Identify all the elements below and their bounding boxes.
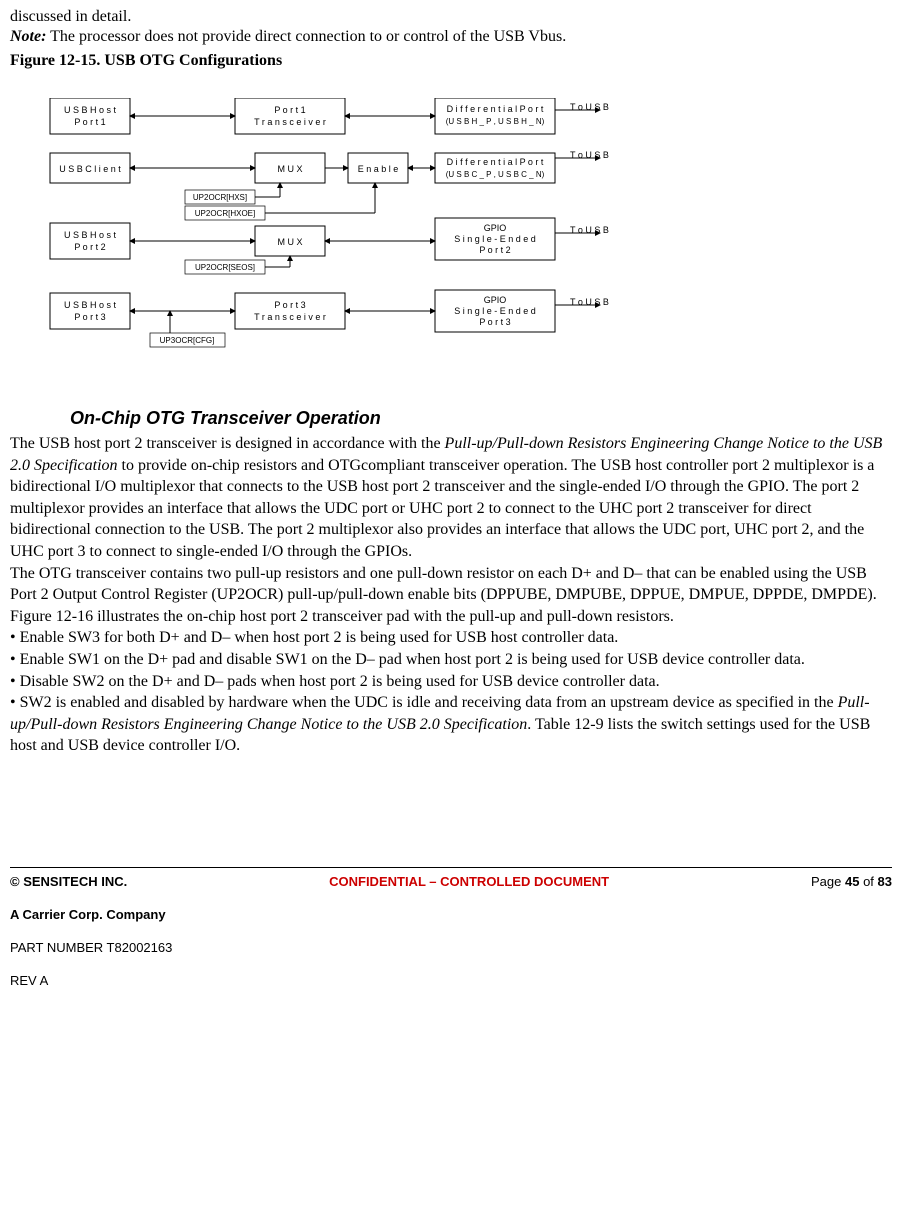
- bullet4-a: • SW2 is enabled and disabled by hardwar…: [10, 694, 838, 711]
- box-enable: E n a b l e: [358, 164, 399, 174]
- note-label: Note:: [10, 28, 46, 45]
- note-text: The processor does not provide direct co…: [46, 28, 566, 45]
- footer-page-c: of: [859, 874, 877, 889]
- bullet-3: • Disable SW2 on the D+ and D– pads when…: [10, 671, 892, 693]
- footer-rule: [10, 867, 892, 868]
- figure-title: Figure 12-15. USB OTG Configurations: [10, 52, 892, 70]
- box-gpio3-l3: P o r t 3: [479, 317, 510, 327]
- bullet-1: • Enable SW3 for both D+ and D– when hos…: [10, 627, 892, 649]
- box-port3-trans-l2: T r a n s c e i v e r: [254, 312, 326, 322]
- box-gpio2-l3: P o r t 2: [479, 245, 510, 255]
- box-diffport2-l1: D i f f e r e n t i a l P o r t: [447, 157, 544, 167]
- para1-c: to provide on-chip resistors and OTGcomp…: [10, 457, 874, 560]
- usb-otg-diagram: U S B H o s t P o r t 1 P o r t 1 T r a …: [40, 98, 892, 378]
- para1-a: The USB host port 2 transceiver is desig…: [10, 435, 445, 452]
- sig-hxs: UP2OCR[HXS]: [193, 193, 247, 202]
- intro-note: Note: The processor does not provide dir…: [10, 28, 892, 46]
- box-gpio2-l1: GPIO: [484, 223, 507, 233]
- box-gpio3-l2: S i n g l e - E n d e d: [454, 306, 536, 316]
- bullet-2: • Enable SW1 on the D+ pad and disable S…: [10, 649, 892, 671]
- paragraph-2: The OTG transceiver contains two pull-up…: [10, 563, 892, 628]
- box-port1-trans-l1: P o r t 1: [274, 105, 305, 115]
- footer-partnumber: PART NUMBER T82002163: [10, 940, 892, 955]
- box-mux-1: M U X: [277, 164, 302, 174]
- footer-page-a: Page: [811, 874, 845, 889]
- bullet-4: • SW2 is enabled and disabled by hardwar…: [10, 692, 892, 757]
- footer-page-d: 83: [878, 874, 892, 889]
- box-usbhost1-l2: P o r t 1: [74, 117, 105, 127]
- sig-seos: UP2OCR[SEOS]: [195, 263, 255, 272]
- footer-page: Page 45 of 83: [811, 874, 892, 889]
- box-usbhost1-l1: U S B H o s t: [64, 105, 117, 115]
- diagram-svg: U S B H o s t P o r t 1 P o r t 1 T r a …: [40, 98, 660, 378]
- paragraph-1: The USB host port 2 transceiver is desig…: [10, 433, 892, 563]
- footer-top-row: © SENSITECH INC. CONFIDENTIAL – CONTROLL…: [10, 874, 892, 889]
- box-gpio3-l1: GPIO: [484, 295, 507, 305]
- box-mux-2: M U X: [277, 237, 302, 247]
- box-diffport1-l1: D i f f e r e n t i a l P o r t: [447, 104, 544, 114]
- sig-hxoe: UP2OCR[HXOE]: [195, 209, 255, 218]
- box-port1-trans-l2: T r a n s c e i v e r: [254, 117, 326, 127]
- box-port3-trans-l1: P o r t 3: [274, 300, 305, 310]
- box-usbhost2-l1: U S B H o s t: [64, 230, 117, 240]
- box-usbclient: U S B C l i e n t: [59, 164, 121, 174]
- section-heading: On-Chip OTG Transceiver Operation: [70, 408, 892, 429]
- footer-carrier: A Carrier Corp. Company: [10, 907, 892, 922]
- intro-discussed: discussed in detail.: [10, 8, 892, 26]
- footer-confidential: CONFIDENTIAL – CONTROLLED DOCUMENT: [329, 874, 609, 889]
- box-diffport1-l2: (U S B H _ P , U S B H _ N): [446, 117, 545, 126]
- box-diffport2-l2: (U S B C _ P , U S B C _ N): [446, 170, 545, 179]
- footer-page-b: 45: [845, 874, 859, 889]
- box-usbhost2-l2: P o r t 2: [74, 242, 105, 252]
- box-usbhost3-l2: P o r t 3: [74, 312, 105, 322]
- footer-rev: REV A: [10, 973, 892, 988]
- box-gpio2-l2: S i n g l e - E n d e d: [454, 234, 536, 244]
- footer-company: © SENSITECH INC.: [10, 874, 127, 889]
- sig-cfg: UP3OCR[CFG]: [160, 336, 215, 345]
- box-usbhost3-l1: U S B H o s t: [64, 300, 117, 310]
